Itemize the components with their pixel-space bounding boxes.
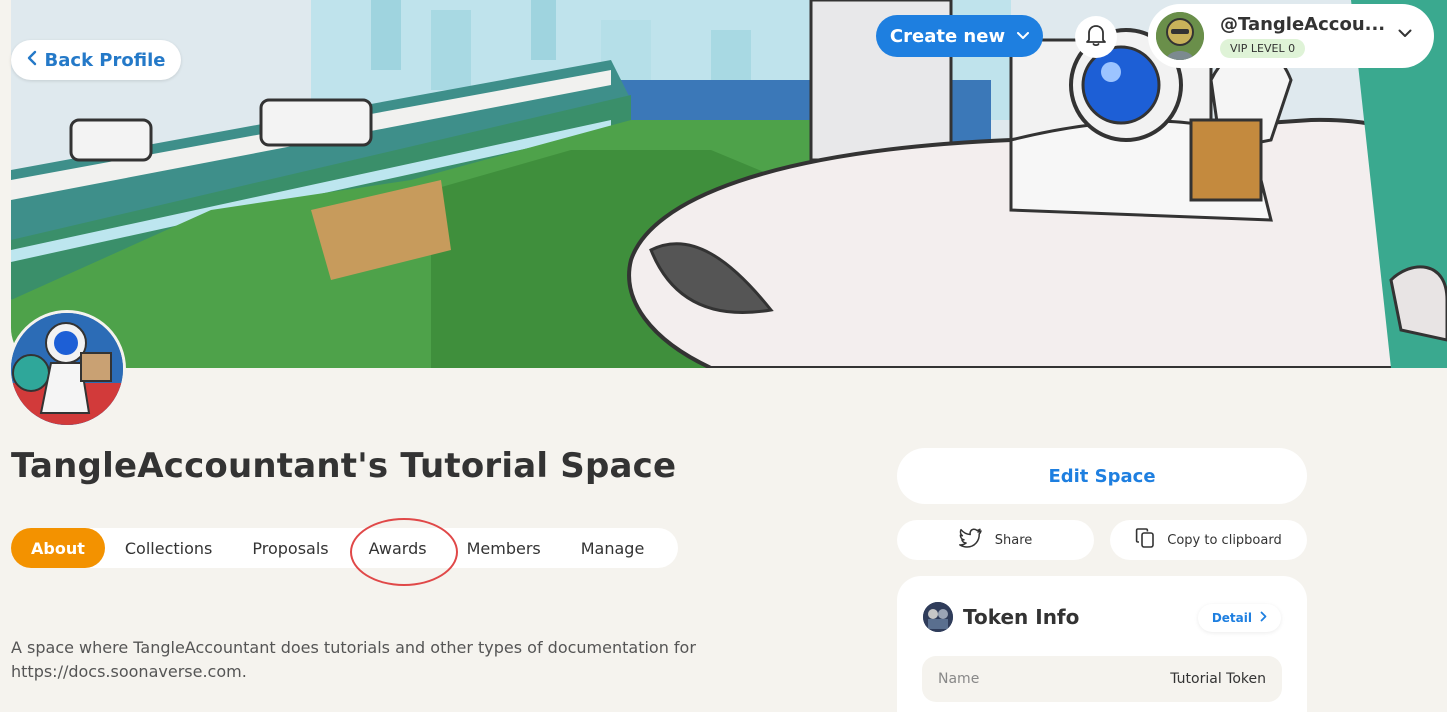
- chevron-right-icon: [1260, 611, 1267, 625]
- tab-proposals[interactable]: Proposals: [232, 528, 348, 568]
- create-new-label: Create new: [889, 25, 1006, 47]
- user-avatar: [1156, 12, 1204, 60]
- chevron-down-icon: [1017, 29, 1030, 43]
- token-detail-button[interactable]: Detail: [1197, 604, 1281, 632]
- token-icon: [923, 602, 953, 632]
- back-profile-button[interactable]: Back Profile: [11, 40, 181, 80]
- copy-label: Copy to clipboard: [1167, 532, 1282, 548]
- space-avatar: [8, 310, 126, 428]
- token-info-card: Token Info Detail Name Tutorial Token: [897, 576, 1307, 712]
- create-new-button[interactable]: Create new: [876, 15, 1043, 57]
- edit-space-button[interactable]: Edit Space: [897, 448, 1307, 504]
- notifications-button[interactable]: [1075, 16, 1117, 58]
- vip-level-badge: VIP LEVEL 0: [1220, 39, 1306, 58]
- token-info-row: Name Tutorial Token: [922, 656, 1282, 702]
- back-profile-label: Back Profile: [44, 49, 166, 71]
- tab-manage[interactable]: Manage: [561, 528, 665, 568]
- profile-menu[interactable]: @TangleAccou... VIP LEVEL 0: [1148, 4, 1434, 68]
- space-description: A space where TangleAccountant does tuto…: [11, 638, 696, 681]
- space-tabs: About Collections Proposals Awards Membe…: [11, 528, 678, 568]
- chevron-down-icon: [1398, 26, 1412, 42]
- tab-members[interactable]: Members: [447, 528, 561, 568]
- copy-to-clipboard-button[interactable]: Copy to clipboard: [1110, 520, 1307, 560]
- chevron-left-icon: [27, 50, 37, 70]
- tab-collections[interactable]: Collections: [105, 528, 232, 568]
- token-info-title: Token Info: [963, 605, 1080, 629]
- bell-icon: [1085, 23, 1107, 51]
- tab-awards[interactable]: Awards: [349, 528, 447, 568]
- profile-username: @TangleAccou...: [1220, 14, 1386, 35]
- token-detail-label: Detail: [1211, 611, 1252, 625]
- twitter-icon: [958, 528, 983, 552]
- copy-icon: [1135, 527, 1155, 553]
- share-button[interactable]: Share: [897, 520, 1094, 560]
- space-page: Back Profile Create new @TangleAccou... …: [0, 0, 1447, 712]
- token-row-key: Name: [938, 671, 980, 687]
- page-title: TangleAccountant's Tutorial Space: [11, 446, 677, 486]
- tab-about[interactable]: About: [11, 528, 105, 568]
- share-label: Share: [994, 532, 1033, 548]
- token-row-value: Tutorial Token: [1170, 671, 1266, 687]
